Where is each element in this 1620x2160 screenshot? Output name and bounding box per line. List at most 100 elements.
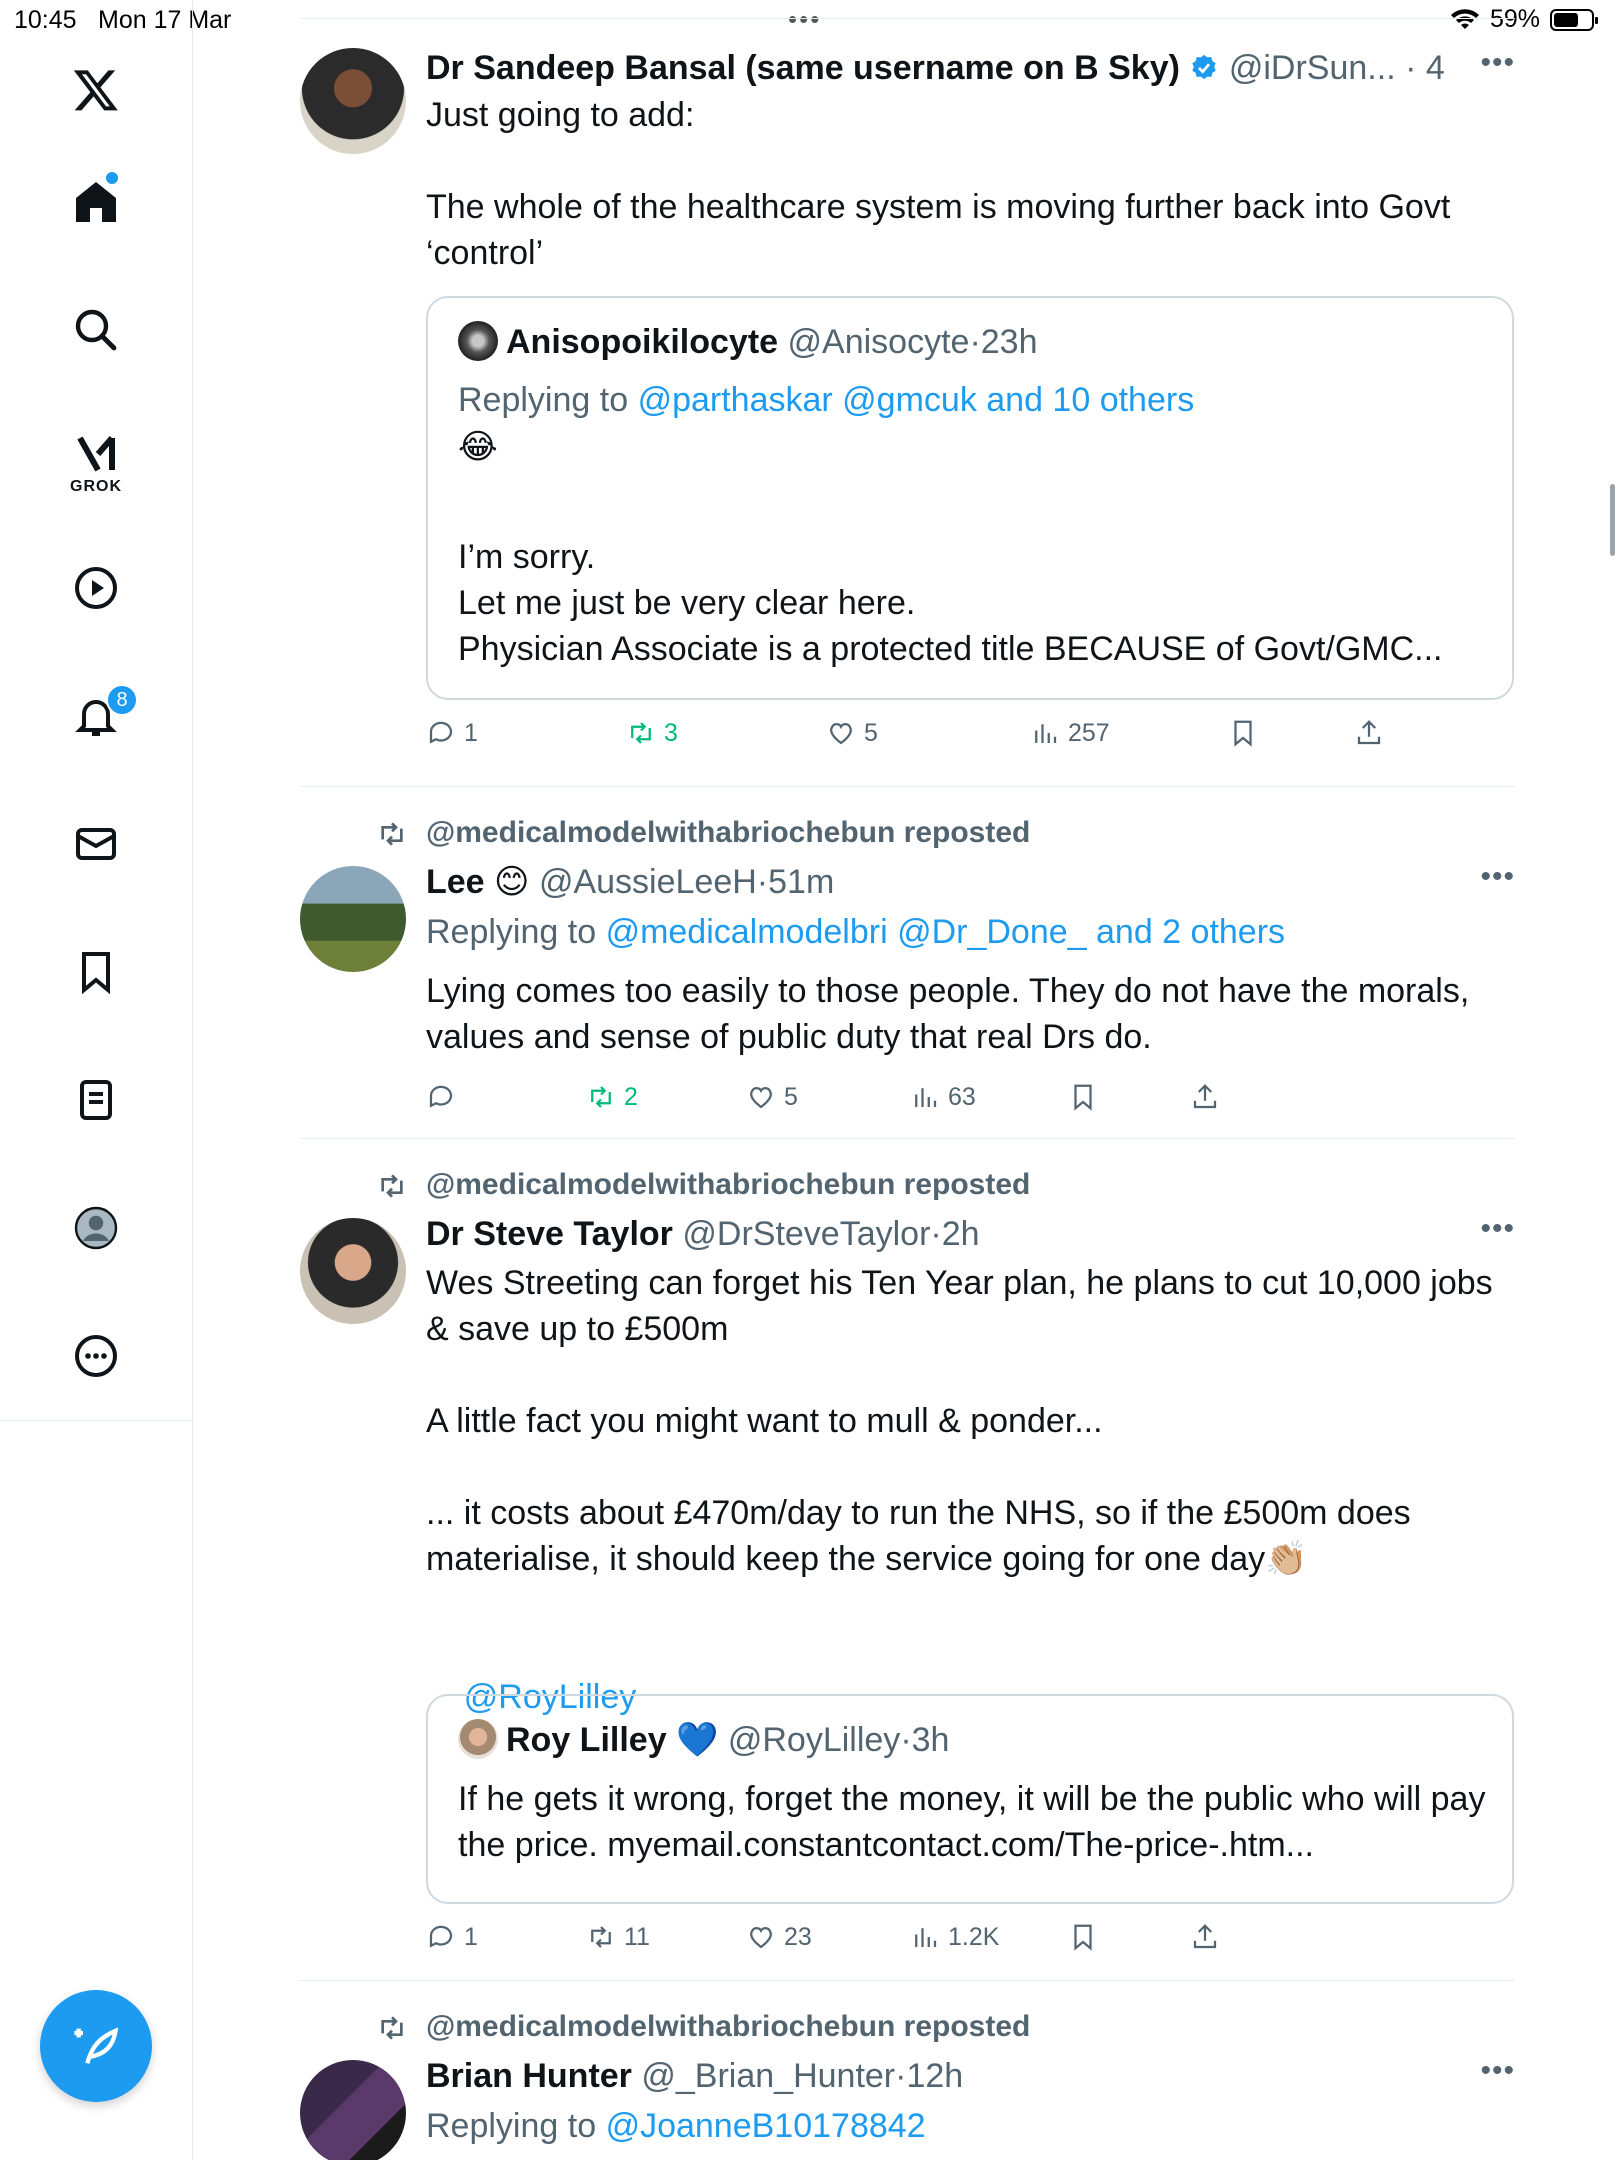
tweet-text: Just going to add: The whole of the heal… (426, 96, 1451, 272)
lists-icon[interactable] (66, 1070, 126, 1130)
handle[interactable]: @iDrSun... (1229, 49, 1396, 87)
messages-envelope-icon[interactable] (66, 814, 126, 874)
heart-icon (750, 1927, 772, 1949)
repost-button[interactable]: 11 (586, 1922, 650, 1952)
more-options-icon[interactable]: ••• (1480, 860, 1515, 894)
status-bar: 10:45 Mon 17 Mar ••• 59% (0, 0, 1620, 40)
bookmark-button[interactable] (1228, 718, 1258, 748)
x-logo-icon[interactable] (66, 60, 126, 120)
more-options-icon[interactable]: ••• (1480, 46, 1515, 80)
repost-count: 2 (624, 1082, 638, 1111)
reply-button[interactable]: 1 (426, 1922, 478, 1952)
reply-button[interactable]: 1 (426, 718, 478, 748)
display-name[interactable]: Lee 😊 (426, 863, 529, 901)
verified-badge-icon (1192, 54, 1217, 80)
timestamp[interactable]: 51m (768, 863, 834, 901)
views-button[interactable]: 1.2K (910, 1922, 999, 1952)
quote-text: I’m sorry. Let me just be very clear her… (458, 538, 1443, 668)
scrollbar[interactable] (1610, 484, 1615, 556)
notifications-badge: 8 (106, 684, 138, 716)
repost-icon (591, 1926, 611, 1948)
views-chart-icon (1035, 724, 1057, 743)
tweet-header: Dr Steve Taylor @DrSteveTaylor·2h (426, 1215, 980, 1253)
avatar[interactable] (300, 866, 406, 972)
quote-replying-to: Replying to @parthaskar @gmcuk and 10 ot… (458, 378, 1194, 422)
timestamp[interactable]: 2h (942, 1215, 980, 1253)
tweet[interactable]: @medicalmodelwithabriochebun reposted Le… (300, 810, 1515, 1130)
reply-count: 1 (464, 718, 478, 747)
display-name[interactable]: Dr Sandeep Bansal (same username on B Sk… (426, 49, 1180, 87)
share-button[interactable] (1190, 1082, 1220, 1112)
replying-to-link[interactable]: @parthaskar @gmcuk and 10 others (638, 381, 1195, 419)
tweet[interactable]: @medicalmodelwithabriochebun reposted Br… (300, 2004, 1515, 2160)
handle[interactable]: @AussieLeeH (539, 863, 757, 901)
wifi-icon (1450, 8, 1479, 29)
heart-icon (750, 1087, 772, 1109)
repost-button[interactable]: 2 (586, 1082, 638, 1112)
quoted-tweet[interactable]: Anisopoikilocyte @Anisocyte·23h Replying… (426, 296, 1514, 700)
search-icon[interactable] (66, 300, 126, 360)
like-button[interactable]: 5 (826, 718, 878, 748)
display-name[interactable]: Dr Steve Taylor (426, 1215, 673, 1253)
bookmark-button[interactable] (1068, 1922, 1098, 1952)
views-button[interactable]: 257 (1030, 718, 1110, 748)
views-button[interactable]: 63 (910, 1082, 976, 1112)
reposted-by[interactable]: @medicalmodelwithabriochebun reposted (426, 816, 1030, 849)
avatar[interactable] (300, 48, 406, 154)
like-button[interactable]: 23 (746, 1922, 812, 1952)
display-name[interactable]: Brian Hunter (426, 2057, 632, 2095)
bookmarks-icon[interactable] (66, 942, 126, 1002)
replying-to: Replying to @medicalmodelbri @Dr_Done_ a… (426, 910, 1515, 954)
bookmark-button[interactable] (1068, 1082, 1098, 1112)
reposted-by[interactable]: @medicalmodelwithabriochebun reposted (426, 1168, 1030, 1201)
timestamp[interactable]: 49m (1426, 49, 1446, 87)
quote-header: Roy Lilley 💙 @RoyLilley·3h (458, 1718, 949, 1762)
reply-icon (429, 721, 453, 744)
quote-header: Anisopoikilocyte @Anisocyte·23h (458, 320, 1038, 364)
tweet[interactable]: Dr Sandeep Bansal (same username on B Sk… (300, 46, 1515, 784)
repost-icon (631, 722, 651, 744)
timestamp[interactable]: 12h (906, 2057, 963, 2095)
views-chart-icon (915, 1928, 937, 1947)
bookmark-icon (1074, 1924, 1092, 1951)
compose-post-button[interactable] (40, 1990, 152, 2102)
replying-to-link[interactable]: @medicalmodelbri @Dr_Done_ and 2 others (606, 913, 1285, 951)
bookmark-icon (1074, 1084, 1092, 1111)
quote-text: If he gets it wrong, forget the money, i… (458, 1780, 1495, 1864)
views-count: 257 (1068, 718, 1110, 747)
repost-icon (381, 2016, 403, 2040)
like-count: 23 (784, 1922, 812, 1951)
avatar[interactable] (300, 1218, 406, 1324)
views-count: 63 (948, 1082, 976, 1111)
handle[interactable]: @DrSteveTaylor (682, 1215, 930, 1253)
repost-button[interactable]: 3 (626, 718, 678, 748)
replying-to-link[interactable]: @JoanneB10178842 (606, 2107, 926, 2145)
like-button[interactable]: 5 (746, 1082, 798, 1112)
quoted-tweet[interactable]: Roy Lilley 💙 @RoyLilley·3h If he gets it… (426, 1694, 1514, 1904)
quote-avatar (458, 1719, 498, 1759)
grok-icon[interactable] (66, 424, 126, 484)
more-options-icon[interactable]: ••• (1480, 2054, 1515, 2088)
profile-avatar-icon[interactable] (66, 1198, 126, 1258)
tweet[interactable]: @medicalmodelwithabriochebun reposted Dr… (300, 1162, 1515, 1962)
video-icon[interactable] (66, 558, 126, 618)
repost-icon (381, 822, 403, 846)
multitasking-dots-icon[interactable]: ••• (788, 4, 821, 35)
views-count: 1.2K (948, 1922, 1000, 1951)
reply-button[interactable] (426, 1082, 464, 1112)
home-unread-dot (106, 172, 118, 184)
tweet-header: Dr Sandeep Bansal (same username on B Sk… (426, 46, 1446, 90)
bookmark-icon (1234, 720, 1252, 747)
share-button[interactable] (1190, 1922, 1220, 1952)
avatar[interactable] (300, 2060, 406, 2160)
handle[interactable]: @_Brian_Hunter (641, 2057, 895, 2095)
more-options-icon[interactable] (66, 1326, 126, 1386)
more-options-icon[interactable]: ••• (1480, 1212, 1515, 1246)
share-button[interactable] (1354, 718, 1384, 748)
quote-timestamp: 23h (980, 323, 1038, 361)
repost-context: @medicalmodelwithabriochebun reposted (381, 1168, 1030, 1202)
quote-timestamp: 3h (911, 1721, 950, 1759)
reposted-by[interactable]: @medicalmodelwithabriochebun reposted (426, 2010, 1030, 2043)
replying-prefix: Replying to (458, 381, 629, 419)
repost-icon (591, 1086, 611, 1108)
